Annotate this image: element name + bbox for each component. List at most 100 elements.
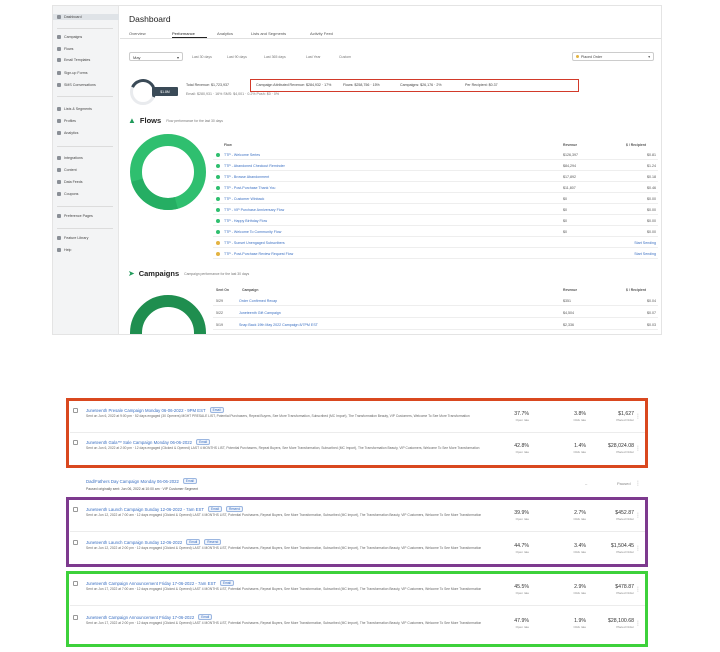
sidebar-item-analytics[interactable]: Analytics bbox=[57, 130, 78, 136]
chip-last-90[interactable]: Last 90 days bbox=[227, 55, 247, 59]
flow-name[interactable]: TTP - VIP Purchase Anniversary Flow bbox=[224, 208, 494, 212]
campaign-row[interactable]: Juneteenth Gala™ Sale Campaign Monday 06… bbox=[70, 433, 645, 465]
ticket-icon bbox=[57, 192, 61, 196]
campaign-name[interactable]: Snap Back 19th May 2022 Campaign 8/7PM E… bbox=[239, 323, 318, 327]
campaign-row[interactable]: Juneteenth Campaign Announcement Friday … bbox=[70, 608, 645, 640]
more-options-icon[interactable]: ⋮ bbox=[635, 512, 641, 519]
flow-row[interactable]: TTP - Abandoned Checkout Reminder $84,294… bbox=[213, 161, 658, 171]
campaigns-header: ➤ Campaigns Campaign performance for the l… bbox=[128, 269, 250, 278]
status-dot-icon bbox=[216, 240, 220, 245]
sidebar-item-signup-forms[interactable]: Sign-up Forms bbox=[57, 70, 88, 76]
sidebar-item-dashboard[interactable]: Dashboard bbox=[53, 14, 119, 20]
metric-select[interactable]: Placed Order ▾ bbox=[572, 52, 654, 61]
flow-row[interactable]: TTP - Customer Winback $0 $0.00 bbox=[213, 194, 658, 204]
sidebar-item-campaigns[interactable]: Campaigns bbox=[57, 34, 82, 40]
sidebar-item-templates[interactable]: Email Templates bbox=[57, 57, 90, 63]
campaign-row[interactable]: Juneteenth Presale Campaign Monday 06-06… bbox=[70, 401, 645, 433]
row-checkbox[interactable] bbox=[73, 507, 78, 512]
flow-name[interactable]: TTP - Happy Birthday Flow bbox=[224, 219, 494, 223]
flow-name[interactable]: TTP - Welcome Series bbox=[224, 153, 494, 157]
campaign-summary-row[interactable]: 5/19 Snap Back 19th May 2022 Campaign 8/7… bbox=[213, 320, 658, 330]
flow-revenue: $0 bbox=[563, 196, 567, 201]
tab-performance[interactable]: Performance bbox=[172, 31, 195, 36]
sidebar-item-data-feeds[interactable]: Data Feeds bbox=[57, 179, 83, 185]
flow-row[interactable]: TTP - Welcome To Community Flow $0 $0.00 bbox=[213, 227, 658, 237]
click-rate: 2.7% Click rate bbox=[573, 510, 586, 521]
more-options-icon[interactable]: ⋮ bbox=[635, 586, 641, 593]
sidebar-item-content[interactable]: Content bbox=[57, 167, 77, 173]
campaign-title[interactable]: Juneteenth Gala™ Sale Campaign Monday 06… bbox=[86, 440, 192, 445]
flow-name[interactable]: TTP - Abandoned Checkout Reminder bbox=[224, 164, 494, 168]
flow-name[interactable]: TTP - Sunset Unengaged Subscribers bbox=[224, 241, 494, 245]
campaign-title[interactable]: Juneteenth Campaign Announcement Friday … bbox=[86, 581, 216, 586]
flow-revenue: $0 bbox=[563, 229, 567, 234]
flow-name[interactable]: TTP - Post-Purchase Review Request Flow bbox=[224, 252, 494, 256]
row-checkbox[interactable] bbox=[73, 615, 78, 620]
tab-activity-feed[interactable]: Activity Feed bbox=[310, 31, 333, 36]
flow-row[interactable]: TTP - Happy Birthday Flow $0 $0.00 bbox=[213, 216, 658, 226]
flow-name[interactable]: TTP - Welcome To Community Flow bbox=[224, 230, 494, 234]
flow-row[interactable]: TTP - Post-Purchase Thank You $11,807 $0.4… bbox=[213, 183, 658, 193]
flow-row[interactable]: TTP - Sunset Unengaged Subscribers Start … bbox=[213, 238, 658, 248]
chip-custom[interactable]: Custom bbox=[339, 55, 351, 59]
revenue-badge: $1.8M bbox=[152, 87, 178, 96]
flow-per-recipient: $0.46 bbox=[647, 185, 656, 190]
sidebar-item-integrations[interactable]: Integrations bbox=[57, 155, 83, 161]
campaign-name[interactable]: Juneteenth Gift Campaign bbox=[239, 311, 281, 315]
campaign-row-paused[interactable]: Dad/Fathers Day Campaign Monday 06-06-20… bbox=[70, 475, 645, 495]
sidebar-item-profiles[interactable]: Profiles bbox=[57, 118, 76, 124]
campaign-row[interactable]: Juneteenth Launch Campaign Sunday 12-06-… bbox=[70, 500, 645, 532]
campaign-name[interactable]: Order Confirmed Recap bbox=[239, 299, 277, 303]
chip-last-year[interactable]: Last Year bbox=[306, 55, 321, 59]
flow-name[interactable]: TTP - Browse Abandonment bbox=[224, 175, 494, 179]
tab-lists-segments[interactable]: Lists and Segments bbox=[251, 31, 286, 36]
sidebar-item-help[interactable]: Help bbox=[57, 247, 71, 253]
flow-row[interactable]: TTP - Post-Purchase Review Request Flow S… bbox=[213, 249, 658, 259]
tab-overview[interactable]: Overview bbox=[129, 31, 146, 36]
more-options-icon[interactable]: ⋮ bbox=[635, 480, 641, 487]
status-dot-icon bbox=[216, 163, 220, 168]
open-rate: 44.7% Open rate bbox=[514, 543, 529, 554]
row-checkbox[interactable] bbox=[73, 540, 78, 545]
campaign-row[interactable]: Juneteenth Campaign Announcement Friday … bbox=[70, 574, 645, 606]
flow-per-recipient[interactable]: Start Sending bbox=[634, 252, 656, 256]
flow-row[interactable]: TTP - VIP Purchase Anniversary Flow $0 $0.… bbox=[213, 205, 658, 215]
more-options-icon[interactable]: ⋮ bbox=[635, 413, 641, 420]
more-options-icon[interactable]: ⋮ bbox=[635, 545, 641, 552]
chip-last-365[interactable]: Last 365 days bbox=[264, 55, 286, 59]
flow-per-recipient[interactable]: Start Sending bbox=[634, 241, 656, 245]
row-checkbox[interactable] bbox=[73, 440, 78, 445]
row-checkbox[interactable] bbox=[73, 408, 78, 413]
tab-analytics[interactable]: Analytics bbox=[217, 31, 233, 36]
sidebar-item-lists[interactable]: Lists & Segments bbox=[57, 106, 92, 112]
flow-name[interactable]: TTP - Customer Winback bbox=[224, 197, 494, 201]
campaign-summary-row[interactable]: 5/29 Order Confirmed Recap $351 $0.04 bbox=[213, 296, 658, 306]
resend-pill: Resend bbox=[204, 539, 222, 545]
placed-order-revenue: $1,504.45 Placed Order bbox=[610, 543, 634, 554]
flow-row[interactable]: TTP - Browse Abandonment $17,892 $0.18 bbox=[213, 172, 658, 182]
flow-name[interactable]: TTP - Post-Purchase Thank You bbox=[224, 186, 494, 190]
campaign-title[interactable]: Juneteenth Presale Campaign Monday 06-06… bbox=[86, 408, 206, 413]
more-options-icon[interactable]: ⋮ bbox=[635, 445, 641, 452]
sidebar-item-coupons[interactable]: Coupons bbox=[57, 191, 78, 197]
campaign-title[interactable]: Juneteenth Launch Campaign Sunday 12-06-… bbox=[86, 540, 182, 545]
campaign-row[interactable]: Juneteenth Launch Campaign Sunday 12-06-… bbox=[70, 533, 645, 565]
campaign-title[interactable]: Juneteenth Launch Campaign Sunday 12-06-… bbox=[86, 507, 204, 512]
form-icon bbox=[57, 71, 61, 75]
tab-divider bbox=[120, 38, 661, 39]
dashboard-panel: Dashboard Campaigns Flows Email Template… bbox=[52, 5, 662, 335]
sidebar-item-preference-pages[interactable]: Preference Pages bbox=[57, 213, 93, 219]
flow-per-recipient: $0.00 bbox=[647, 229, 656, 234]
date-range-select[interactable]: May ▾ bbox=[129, 52, 183, 61]
chip-last-30[interactable]: Last 30 days bbox=[192, 55, 212, 59]
sidebar-item-feature-library[interactable]: Feature Library bbox=[57, 235, 88, 241]
campaign-title[interactable]: Dad/Fathers Day Campaign Monday 06-06-20… bbox=[86, 479, 179, 484]
campaign-summary-row[interactable]: 5/22 Juneteenth Gift Campaign $4,504 $0.07 bbox=[213, 308, 658, 318]
sidebar-item-sms[interactable]: SMS Conversations bbox=[57, 82, 96, 88]
campaign-title[interactable]: Juneteenth Campaign Announcement Friday … bbox=[86, 615, 194, 620]
sidebar-item-flows[interactable]: Flows bbox=[57, 46, 73, 52]
flow-row[interactable]: TTP - Welcome Series $126,397 $0.81 bbox=[213, 150, 658, 160]
campaign-description: Sent on Jun 17, 2022 at 7:00 am · 12 day… bbox=[86, 587, 482, 591]
row-checkbox[interactable] bbox=[73, 581, 78, 586]
more-options-icon[interactable]: ⋮ bbox=[635, 620, 641, 627]
